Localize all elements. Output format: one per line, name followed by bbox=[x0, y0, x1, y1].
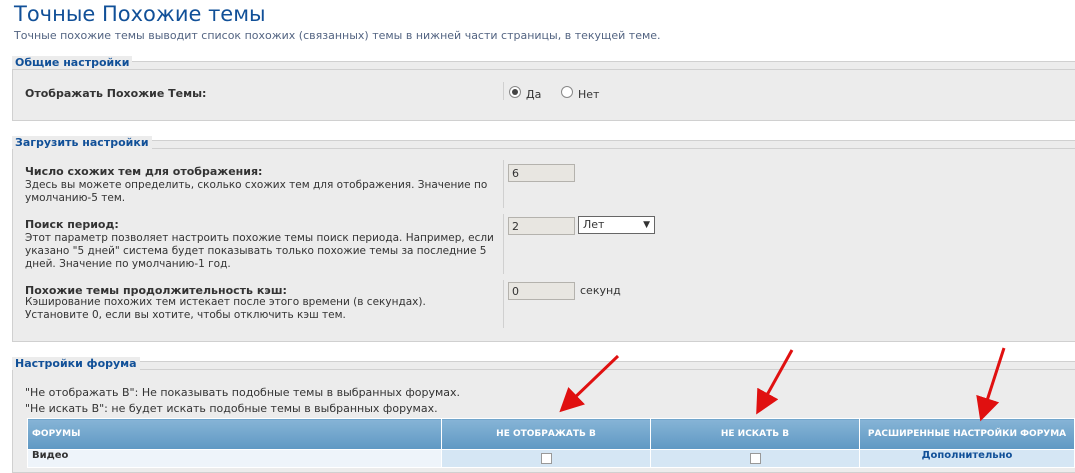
display-similar-label: Отображать Похожие Темы: bbox=[25, 87, 207, 100]
general-separator bbox=[503, 82, 504, 100]
load-settings-legend: Загрузить настройки bbox=[12, 136, 152, 149]
table-row: Видео Дополнительно bbox=[27, 449, 1075, 468]
radio-no-label: Нет bbox=[578, 88, 600, 101]
forum-note-hide: "Не отображать В": Не показывать подобны… bbox=[25, 386, 461, 399]
forum-note-nosearch: "Не искать В": не будет искать подобные … bbox=[25, 402, 438, 415]
topics-count-input[interactable]: 6 bbox=[508, 164, 575, 182]
cache-separator bbox=[503, 280, 504, 328]
radio-no[interactable] bbox=[561, 86, 573, 98]
cache-duration-desc: Кэширование похожих тем истекает после э… bbox=[25, 296, 426, 321]
search-period-input[interactable]: 2 bbox=[508, 217, 575, 235]
page-title: Точные Похожие темы bbox=[14, 2, 266, 26]
period-separator bbox=[503, 214, 504, 274]
column-forums: ФОРУМЫ bbox=[27, 418, 442, 450]
page-description: Точные похожие темы выводит список похож… bbox=[14, 29, 661, 42]
column-hide-in: НЕ ОТОБРАЖАТЬ В bbox=[441, 418, 651, 450]
forum-name: Видео bbox=[27, 449, 442, 468]
cache-duration-input[interactable]: 0 bbox=[508, 282, 575, 300]
forum-table-header: ФОРУМЫ НЕ ОТОБРАЖАТЬ В НЕ ИСКАТЬ В РАСШИ… bbox=[27, 418, 1075, 450]
topics-count-title: Число схожих тем для отображения: bbox=[25, 165, 263, 178]
hide-in-checkbox[interactable] bbox=[540, 453, 552, 464]
general-settings-legend: Общие настройки bbox=[12, 56, 133, 69]
column-advanced: РАСШИРЕННЫЕ НАСТРОЙКИ ФОРУМА bbox=[859, 418, 1075, 450]
radio-yes-label: Да bbox=[526, 88, 542, 101]
dropdown-arrow-icon: ▼ bbox=[643, 220, 650, 230]
forum-settings-legend: Настройки форума bbox=[12, 357, 140, 370]
forum-table: ФОРУМЫ НЕ ОТОБРАЖАТЬ В НЕ ИСКАТЬ В РАСШИ… bbox=[27, 418, 1075, 468]
cache-unit-label: секунд bbox=[580, 284, 621, 297]
radio-yes[interactable] bbox=[509, 86, 521, 98]
no-search-checkbox[interactable] bbox=[749, 453, 761, 464]
column-no-search: НЕ ИСКАТЬ В bbox=[650, 418, 860, 450]
topics-count-desc: Здесь вы можете определить, сколько схож… bbox=[25, 179, 488, 204]
period-unit-value: Лет bbox=[583, 218, 605, 231]
search-period-title: Поиск период: bbox=[25, 218, 119, 231]
advanced-link[interactable]: Дополнительно bbox=[859, 449, 1075, 468]
period-unit-select[interactable]: Лет ▼ bbox=[578, 216, 655, 234]
count-separator bbox=[503, 160, 504, 208]
search-period-desc: Этот параметр позволяет настроить похожи… bbox=[25, 232, 494, 270]
